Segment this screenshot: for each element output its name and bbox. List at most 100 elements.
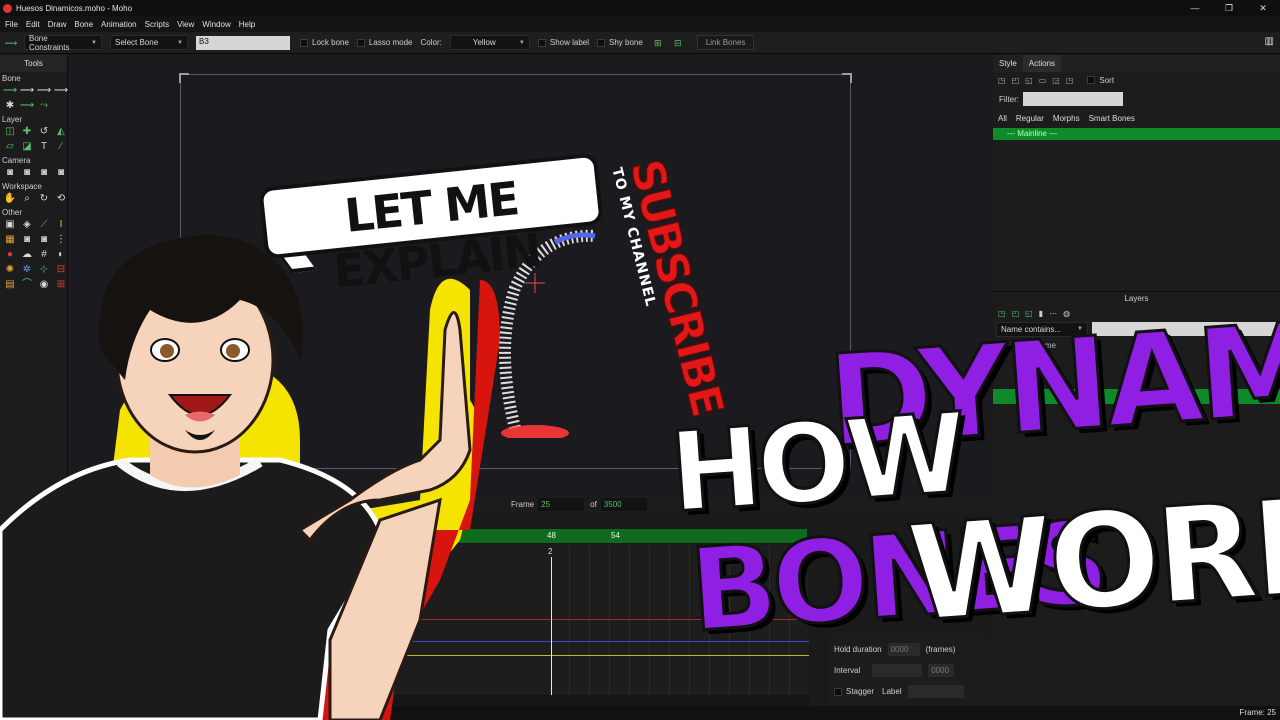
hand-icon[interactable]: ✋ <box>2 192 18 206</box>
tab-all[interactable]: All <box>998 114 1007 123</box>
menu-bone[interactable]: Bone <box>74 20 93 29</box>
translate-bone-tool-icon[interactable]: ⟿ <box>19 84 35 98</box>
manipulate-bones-tool-icon[interactable]: ✱ <box>2 99 18 113</box>
sort-checkbox[interactable]: Sort <box>1087 76 1120 85</box>
scale-bone-tool-icon[interactable]: ⟿ <box>36 84 52 98</box>
duplicate-layer-icon[interactable]: ◰ <box>1012 309 1020 318</box>
eyedropper-icon[interactable]: ⟋ <box>36 218 52 232</box>
rotate-workspace-icon[interactable]: ↻ <box>36 192 52 206</box>
layer-selector-tool-icon[interactable]: ◪ <box>19 140 35 154</box>
timeline-ruler[interactable]: 48 54 <box>337 529 807 543</box>
duplicate-action-icon[interactable]: ◰ <box>1012 76 1020 85</box>
blob-icon[interactable]: ☁ <box>19 248 35 262</box>
current-frame-input[interactable]: 25 <box>538 497 585 511</box>
menu-animation[interactable]: Animation <box>101 20 137 29</box>
menu-window[interactable]: Window <box>202 20 230 29</box>
interval-input[interactable]: 0000 <box>928 664 955 677</box>
more-icon[interactable]: ⋯ <box>1049 309 1057 318</box>
tab-style[interactable]: Style <box>993 55 1023 72</box>
sphere-icon[interactable]: ◐ <box>53 248 69 262</box>
gear-icon[interactable]: ✲ <box>19 263 35 277</box>
bone-constraints-dropdown[interactable]: Bone Constraints ▼ <box>24 34 102 52</box>
label-dropdown[interactable] <box>907 685 964 698</box>
tab-actions[interactable]: Actions <box>1022 55 1062 72</box>
rig-icon[interactable]: ⊹ <box>36 263 52 277</box>
new-layer-icon[interactable]: ◳ <box>998 309 1006 318</box>
bone-link-icon[interactable]: ⊟ <box>671 37 685 49</box>
link-bones-button[interactable]: Link Bones <box>696 35 755 50</box>
menu-edit[interactable]: Edit <box>26 20 40 29</box>
grid-icon[interactable]: ▦ <box>2 233 18 247</box>
pen-tool-icon[interactable]: ⁄ <box>53 140 69 154</box>
hold-duration-input[interactable]: 0000 <box>887 643 920 656</box>
bone-name-input[interactable]: B3 <box>196 35 290 50</box>
camera-roll-icon[interactable]: ◙ <box>36 166 52 180</box>
particles-icon[interactable]: ✺ <box>2 263 18 277</box>
add-bone-tool-icon[interactable]: ⟿ <box>19 99 35 113</box>
mainline-row[interactable]: --- Mainline --- <box>993 128 1280 140</box>
menu-view[interactable]: View <box>177 20 194 29</box>
tab-smart-bones[interactable]: Smart Bones <box>1089 114 1135 123</box>
select-points-icon[interactable]: ▣ <box>2 218 18 232</box>
target-icon[interactable]: ⊞ <box>53 278 69 292</box>
rename-action-icon[interactable]: ◱ <box>1025 76 1033 85</box>
color-dropdown[interactable]: Yellow ▼ <box>449 35 530 50</box>
delete-action-icon[interactable]: ▭ <box>1039 76 1047 85</box>
filter-input[interactable] <box>1023 92 1123 106</box>
delete-layer-icon[interactable]: ▮ <box>1039 309 1043 318</box>
insert-action-icon[interactable]: ◲ <box>1052 76 1060 85</box>
reparent-bone-tool-icon[interactable]: ⤳ <box>36 99 52 113</box>
show-label-checkbox[interactable]: Show label <box>537 38 589 47</box>
timeline-tracks[interactable]: 2 <box>337 545 809 695</box>
tab-morphs[interactable]: Morphs <box>1053 114 1080 123</box>
interval-dropdown[interactable] <box>872 664 923 677</box>
rotate-layer-tool-icon[interactable]: ↺ <box>36 125 52 139</box>
lock-bone-checkbox[interactable]: Lock bone <box>300 38 349 47</box>
selected-layer-row[interactable] <box>993 389 1280 404</box>
select-bone-dropdown[interactable]: Select Bone ▼ <box>110 35 188 50</box>
record-icon[interactable]: ● <box>2 248 18 262</box>
playhead[interactable] <box>551 557 552 695</box>
physics-icon[interactable]: ⊟ <box>53 263 69 277</box>
box-icon[interactable]: ▤ <box>2 278 18 292</box>
name-contains-dropdown[interactable]: Name contains... ▼ <box>996 321 1088 337</box>
layer-filter-input[interactable] <box>1092 322 1278 336</box>
copy-layer-icon[interactable]: ◱ <box>1025 309 1033 318</box>
maximize-button[interactable]: ❐ <box>1212 0 1246 16</box>
switch-icon[interactable]: ⋮ <box>53 233 69 247</box>
close-button[interactable]: ✕ <box>1246 0 1280 16</box>
new-action-icon[interactable]: ◳ <box>998 76 1006 85</box>
timeline-scrollbar[interactable] <box>337 695 809 705</box>
scale-layer-tool-icon[interactable]: ◭ <box>53 125 69 139</box>
camera-snapshot-2-icon[interactable]: ◙ <box>36 233 52 247</box>
tab-regular[interactable]: Regular <box>1016 114 1044 123</box>
lasso-mode-checkbox[interactable]: Lasso mode <box>356 38 413 47</box>
select-bone-tool-icon[interactable]: ⟿ <box>2 84 18 98</box>
orbit-workspace-icon[interactable]: ⟲ <box>53 192 69 206</box>
mesh-icon[interactable]: # <box>36 248 52 262</box>
book-icon[interactable]: ▥ <box>1265 36 1274 47</box>
zoom-icon[interactable]: ⌕ <box>19 192 35 206</box>
layer-settings-icon[interactable]: ◍ <box>1063 309 1070 318</box>
rotate-bone-tool-icon[interactable]: ⟿ <box>53 84 69 98</box>
translate-layer-tool-icon[interactable]: ✚ <box>19 125 35 139</box>
shy-bone-checkbox[interactable]: Shy bone <box>597 38 643 47</box>
set-origin-tool-icon[interactable]: ◫ <box>2 125 18 139</box>
total-frames-input[interactable]: 3500 <box>600 497 647 511</box>
reference-action-icon[interactable]: ◳ <box>1066 76 1074 85</box>
menu-scripts[interactable]: Scripts <box>145 20 169 29</box>
camera-pan-icon[interactable]: ◙ <box>53 166 69 180</box>
camera-track-icon[interactable]: ◙ <box>2 166 18 180</box>
minimize-button[interactable]: — <box>1178 0 1212 16</box>
camera-snapshot-icon[interactable]: ◙ <box>19 233 35 247</box>
paint-bucket-icon[interactable]: ◈ <box>19 218 35 232</box>
bone-select-icon[interactable]: ⊞ <box>651 37 665 49</box>
text-tool-icon[interactable]: T <box>36 140 52 154</box>
ball-icon[interactable]: ◉ <box>36 278 52 292</box>
menu-draw[interactable]: Draw <box>48 20 67 29</box>
stagger-checkbox[interactable]: Stagger <box>834 687 874 696</box>
drop-icon[interactable]: ⌒ <box>19 278 35 292</box>
shear-layer-tool-icon[interactable]: ▱ <box>2 140 18 154</box>
menu-file[interactable]: File <box>5 20 18 29</box>
camera-zoom-icon[interactable]: ◙ <box>19 166 35 180</box>
